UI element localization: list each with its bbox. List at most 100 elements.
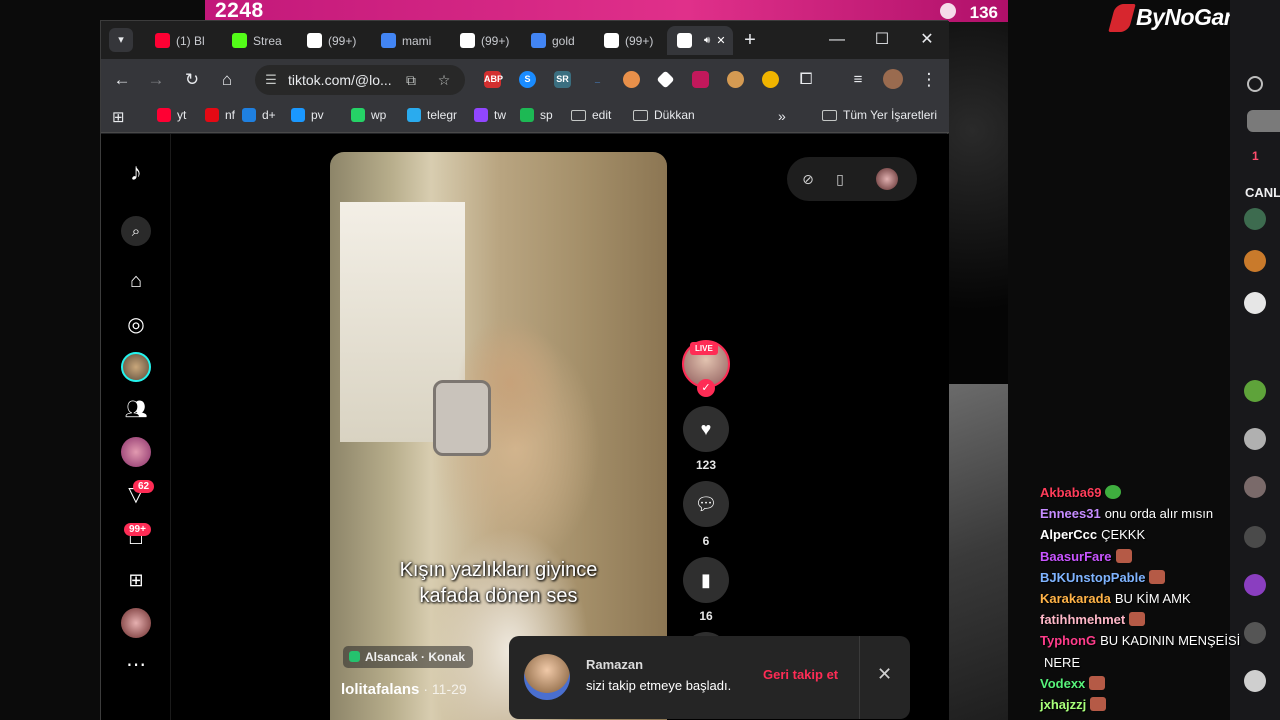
profile-avatar[interactable] xyxy=(883,69,903,89)
bookmark-label: sp xyxy=(540,108,553,122)
reload-button[interactable]: ↻ xyxy=(179,67,205,93)
dash-extension-icon[interactable]: _ xyxy=(589,71,606,88)
diamond-extension-icon[interactable] xyxy=(656,70,675,89)
install-app-icon[interactable]: ⧉ xyxy=(402,71,420,89)
bookmark-star-icon[interactable]: ☆ xyxy=(435,71,453,89)
bookmark-item[interactable]: telegr xyxy=(407,108,457,122)
chat-username[interactable]: Vodexx xyxy=(1040,676,1085,691)
bookmark-favicon xyxy=(351,108,365,122)
browser-tab[interactable]: Strea xyxy=(222,26,294,55)
bookmark-label: Dükkan xyxy=(654,108,695,122)
chat-username[interactable]: Karakarada xyxy=(1040,591,1111,606)
bookmark-label: nf xyxy=(225,108,236,122)
tiktok-sidebar: ♪ ⌕ ⌂ ◎ 👥︎ ▽ 62 ☐ 99+ ⊞ ⋯ xyxy=(101,134,171,720)
tab-title: (99+) xyxy=(481,33,510,48)
maximize-button[interactable]: ☐ xyxy=(862,27,902,53)
search-icon[interactable]: ⌕ xyxy=(121,216,151,246)
puzzle-pink-extension-icon[interactable] xyxy=(692,71,709,88)
friends-icon[interactable]: 👥︎ xyxy=(121,394,151,424)
bookmark-label: d+ xyxy=(262,108,276,122)
save-button[interactable]: ▮ xyxy=(683,557,729,603)
comment-button[interactable]: 💬︎ xyxy=(683,481,729,527)
chat-username[interactable]: fatihhmehmet xyxy=(1040,612,1125,627)
browser-tab[interactable]: (1) Bl xyxy=(145,26,219,55)
panel-settings-icon[interactable] xyxy=(1247,76,1263,92)
followed-check-icon[interactable]: ✓ xyxy=(697,379,715,397)
chat-username[interactable]: BJKUnstopPable xyxy=(1040,570,1145,585)
home-button[interactable]: ⌂ xyxy=(214,67,240,93)
bookmark-item[interactable]: edit xyxy=(571,108,611,122)
chat-username[interactable]: Ennees31 xyxy=(1040,506,1101,521)
action-rail: LIVE ✓ ♥ 123 💬︎ 6 ▮ 16 ➦ xyxy=(681,134,731,720)
location-tag[interactable]: Alsancak · Konak xyxy=(343,646,474,668)
tiktok-logo-icon[interactable]: ♪ xyxy=(121,158,151,188)
mask-extension-icon[interactable] xyxy=(623,71,640,88)
chat-message: AlperCcc ÇEKKK xyxy=(1040,524,1260,545)
follow-back-button[interactable]: Geri takip et xyxy=(763,667,838,682)
all-bookmarks-folder[interactable]: Tüm Yer İşaretleri xyxy=(822,108,937,122)
autoscroll-icon[interactable]: ⊘ xyxy=(797,168,819,190)
subtitle-extension-icon[interactable]: SR xyxy=(554,71,571,88)
extensions-puzzle-icon[interactable]: ⧠ xyxy=(793,67,819,93)
back-button[interactable]: ← xyxy=(109,67,135,93)
bookmark-item[interactable]: Dükkan xyxy=(633,108,695,122)
chat-username[interactable]: Akbaba69 xyxy=(1040,485,1101,500)
bookmark-item[interactable]: pv xyxy=(291,108,324,122)
home-icon[interactable]: ⌂ xyxy=(121,266,151,296)
bookmark-item[interactable]: d+ xyxy=(242,108,276,122)
like-button[interactable]: ♥ xyxy=(683,406,729,452)
bookmark-item[interactable]: wp xyxy=(351,108,386,122)
chat-username[interactable]: AlperCcc xyxy=(1040,527,1097,542)
browser-tab[interactable]: (99+) xyxy=(297,26,368,55)
bookmark-favicon xyxy=(205,108,219,122)
panel-toggle[interactable] xyxy=(1247,110,1280,132)
bookmarks-overflow-button[interactable]: » xyxy=(778,108,786,124)
site-info-icon[interactable]: ☰ xyxy=(263,72,279,88)
bookmark-item[interactable]: yt xyxy=(157,108,186,122)
cookie-extension-icon[interactable] xyxy=(727,71,744,88)
close-window-button[interactable]: ✕ xyxy=(907,27,947,53)
new-tab-button[interactable]: + xyxy=(737,27,763,53)
chat-username[interactable]: BaasurFare xyxy=(1040,549,1112,564)
bookmark-item[interactable]: nf xyxy=(205,108,235,122)
tab-search-button[interactable]: ▾ xyxy=(109,28,133,52)
following-avatar[interactable] xyxy=(121,352,151,382)
follow-notification[interactable]: Ramazan sizi takip etmeye başladı. Geri … xyxy=(509,636,910,719)
shazam-extension-icon[interactable]: S xyxy=(519,71,536,88)
media-control-icon[interactable]: ≡ xyxy=(845,67,871,93)
browser-tab[interactable]: mami xyxy=(371,26,446,55)
video-author[interactable]: lolitafalans · 11-29 xyxy=(341,681,467,698)
account-avatar[interactable] xyxy=(876,168,898,190)
more-icon[interactable]: ⋯ xyxy=(121,649,151,679)
adblock-extension-icon[interactable]: ABP xyxy=(484,71,503,88)
browser-tab[interactable]: (99+) xyxy=(594,26,664,55)
chat-message: Akbaba69 xyxy=(1040,482,1260,503)
address-bar[interactable]: ☰ tiktok.com/@lo... ⧉ ☆ xyxy=(255,65,465,95)
chat-username[interactable]: jxhajzzj xyxy=(1040,697,1086,712)
close-tab-icon[interactable]: ✕ xyxy=(716,34,725,47)
upload-icon[interactable]: ⊞ xyxy=(121,565,151,595)
chat-username[interactable]: TyphonG xyxy=(1040,633,1096,648)
activity-badge: 62 xyxy=(133,480,155,493)
close-icon[interactable]: ✕ xyxy=(877,664,892,685)
live-badge: LIVE xyxy=(690,342,718,355)
apps-grid-icon[interactable]: ⊞ xyxy=(112,108,125,126)
browser-menu-icon[interactable]: ⋮ xyxy=(916,67,942,93)
device-icon[interactable]: ▯ xyxy=(829,168,851,190)
video-player[interactable]: Kışın yazlıkları giyince kafada dönen se… xyxy=(330,152,667,720)
honey-extension-icon[interactable] xyxy=(762,71,779,88)
browser-tab[interactable]: (99+) xyxy=(450,26,518,55)
follow-message: sizi takip etmeye başladı. xyxy=(586,678,732,693)
minimize-button[interactable]: — xyxy=(817,27,857,53)
bookmark-item[interactable]: sp xyxy=(520,108,553,122)
live-avatar[interactable] xyxy=(121,437,151,467)
browser-tab[interactable]: 🔊︎ ✕ xyxy=(667,26,733,55)
bookmark-item[interactable]: tw xyxy=(474,108,506,122)
browser-tab[interactable]: gold xyxy=(521,26,591,55)
forward-button[interactable]: → xyxy=(143,67,169,93)
explore-compass-icon[interactable]: ◎ xyxy=(121,309,151,339)
audio-playing-icon[interactable]: 🔊︎ xyxy=(704,35,710,46)
chat-message: fatihhmehmet xyxy=(1040,609,1260,630)
bookmark-label: edit xyxy=(592,108,612,122)
profile-avatar[interactable] xyxy=(121,608,151,638)
